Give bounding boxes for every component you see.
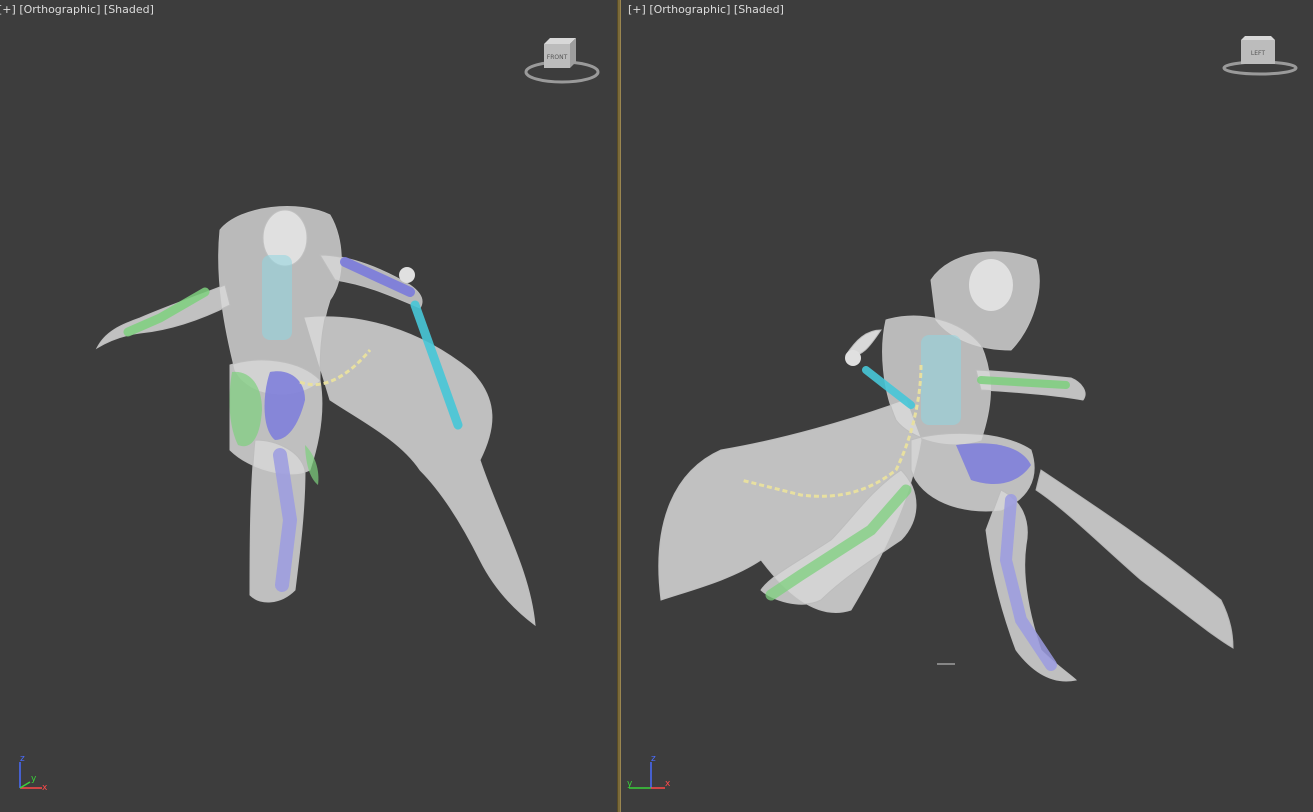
axis-label-z: z <box>20 754 25 764</box>
axis-label-x: x <box>665 779 671 789</box>
viewport-layout: [+] [Orthographic] [Shaded] FRONT <box>0 0 1313 812</box>
viewport-left[interactable]: [+] [Orthographic] [Shaded] LEFT z y x <box>621 0 1313 812</box>
axis-label-y: y <box>31 774 37 784</box>
axis-label-x: x <box>42 783 48 793</box>
axis-tripod: z y x <box>627 754 671 789</box>
axis-label-y: y <box>627 779 633 789</box>
character-model-side[interactable] <box>621 0 1313 812</box>
axis-tripod: z y x <box>19 754 48 793</box>
viewport-front[interactable]: [+] [Orthographic] [Shaded] FRONT <box>0 0 617 812</box>
character-model-front[interactable] <box>0 0 617 812</box>
axis-label-z: z <box>651 754 656 764</box>
